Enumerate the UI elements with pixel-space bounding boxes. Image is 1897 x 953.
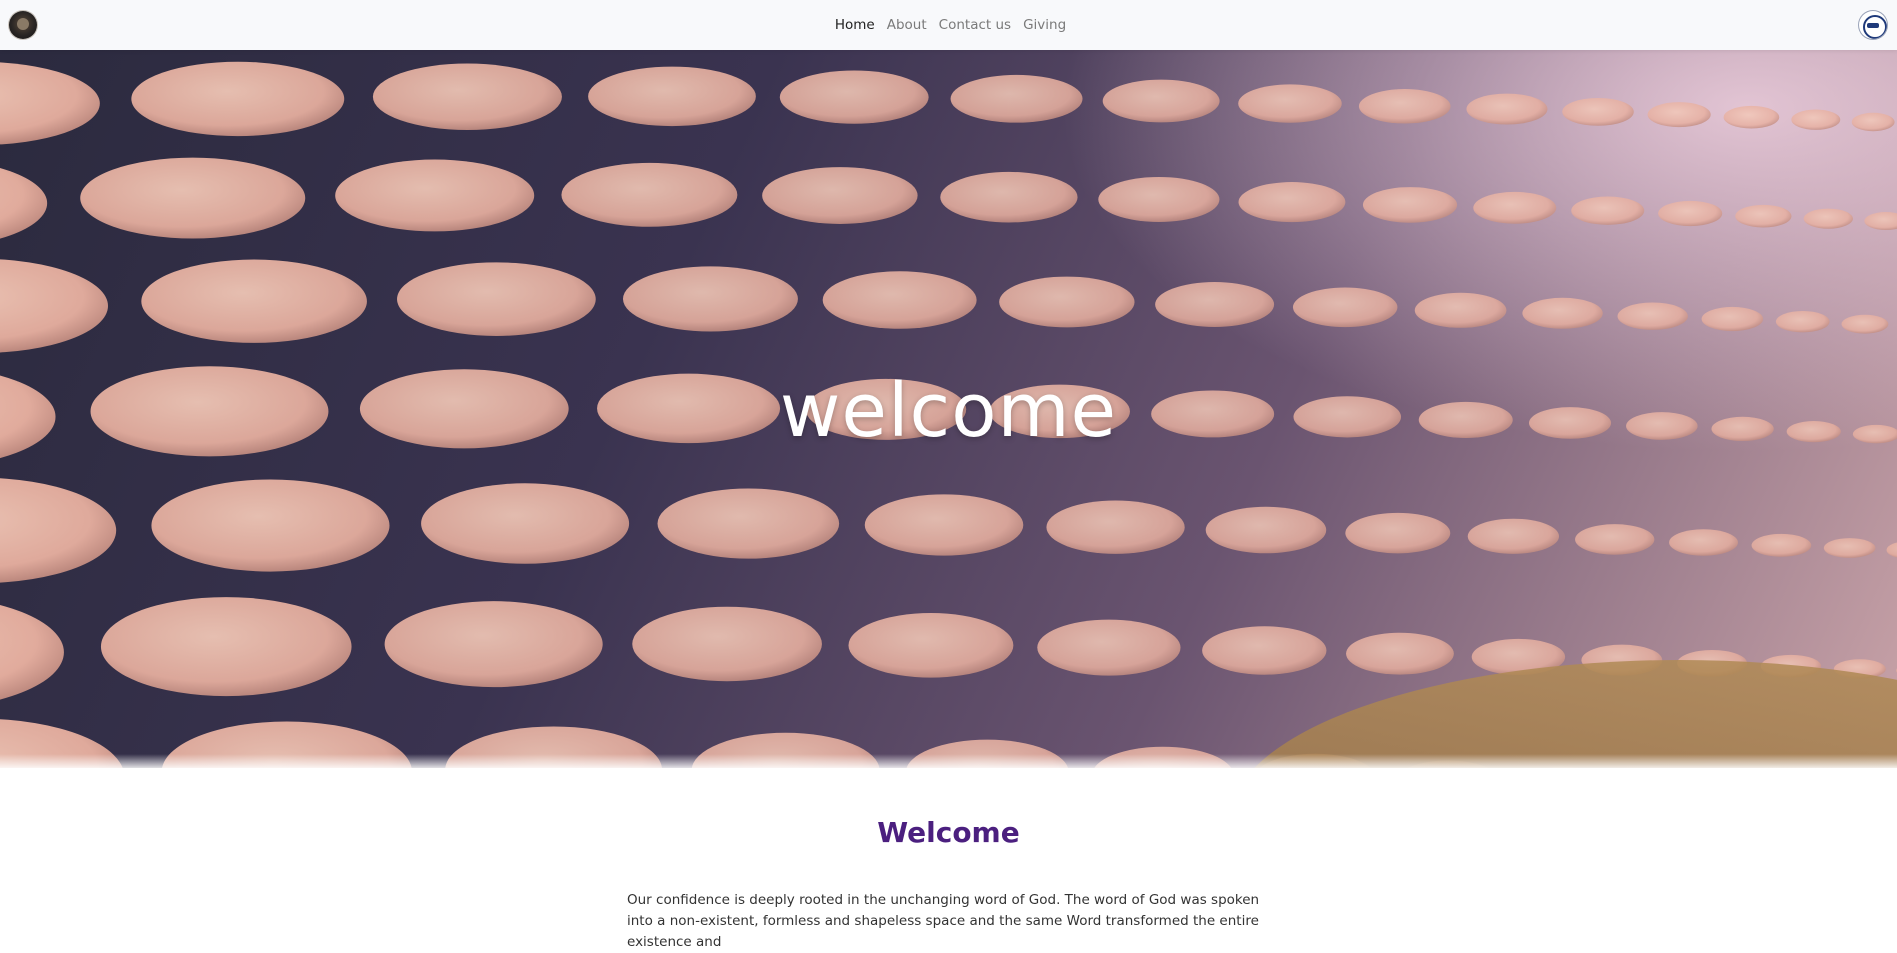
hero-disk xyxy=(1473,191,1557,224)
hero-disk xyxy=(1346,632,1454,675)
hero-disk xyxy=(779,70,929,124)
hero-disk xyxy=(1238,84,1342,123)
hero-disk xyxy=(588,66,756,127)
hero-disk xyxy=(397,262,596,336)
hero-disk xyxy=(0,62,100,145)
hero-disk xyxy=(561,162,738,227)
hero-disk xyxy=(100,597,352,697)
hero-disk xyxy=(1669,529,1738,556)
hero-disk xyxy=(372,63,562,131)
hero-disk xyxy=(1701,306,1764,332)
hero-disk xyxy=(1735,204,1792,228)
top-navbar: Home About Contact us Giving xyxy=(0,0,1897,50)
hero-disk xyxy=(1791,109,1841,130)
hero-disk xyxy=(1202,626,1327,675)
hero-disk xyxy=(80,157,306,239)
hero-disk xyxy=(1841,314,1889,334)
hero-disk xyxy=(940,171,1078,223)
hero-disk xyxy=(384,601,603,688)
hero-disk xyxy=(0,259,108,353)
hero-disk xyxy=(1292,287,1398,328)
hero-disk xyxy=(0,167,48,239)
hero-disk xyxy=(1803,208,1853,229)
hero-bottom-fade xyxy=(0,754,1897,768)
hero-disk xyxy=(999,276,1135,328)
hero-disk xyxy=(1864,212,1897,231)
hero-disk xyxy=(848,612,1014,678)
hero-disk xyxy=(1723,105,1780,129)
ministry-seal-icon[interactable] xyxy=(1859,11,1887,39)
hero-disk xyxy=(1155,282,1275,327)
hero-disk xyxy=(822,271,977,329)
hero-disk xyxy=(1562,97,1634,126)
hero-disk xyxy=(1617,302,1688,330)
hero-disk xyxy=(1851,112,1895,132)
hero-disk xyxy=(1522,297,1603,329)
hero-disk xyxy=(1238,182,1346,223)
hero-disk xyxy=(1751,533,1812,557)
hero-disk xyxy=(335,159,535,232)
main-nav: Home About Contact us Giving xyxy=(0,15,1897,35)
hero-disk xyxy=(950,74,1083,123)
hero-disk xyxy=(0,604,64,700)
hero-title: welcome xyxy=(779,368,1118,454)
hero-disk xyxy=(1205,506,1327,554)
nav-link-home[interactable]: Home xyxy=(835,15,875,35)
hero-disk xyxy=(762,167,918,224)
hero-disk xyxy=(622,266,798,332)
hero-disk xyxy=(864,494,1024,556)
section-heading: Welcome xyxy=(877,816,1020,849)
nav-link-about[interactable]: About xyxy=(887,15,927,35)
hero-disk xyxy=(1575,524,1655,555)
hero-disk xyxy=(1362,187,1458,223)
hero-disk xyxy=(1466,93,1548,125)
hero-disk xyxy=(1102,79,1220,123)
hero-disk xyxy=(632,606,822,682)
nav-link-contact[interactable]: Contact us xyxy=(939,15,1011,35)
hero-disk xyxy=(1098,176,1220,222)
hero-disk xyxy=(1571,196,1645,225)
hero-disk xyxy=(0,50,39,52)
hero-disk xyxy=(1046,500,1185,554)
hero-disk xyxy=(1037,619,1181,676)
hero-disk xyxy=(141,259,367,343)
hero-disk xyxy=(131,61,345,137)
section-body-text: Our confidence is deeply rooted in the u… xyxy=(627,892,1260,950)
hero-disk xyxy=(1467,518,1560,554)
hero-disk xyxy=(1886,542,1897,558)
hero-disk xyxy=(0,478,117,583)
hero-disk xyxy=(657,488,840,559)
hero-disk xyxy=(1414,292,1507,328)
hero-disk xyxy=(1345,512,1451,554)
hero-disk xyxy=(151,479,390,572)
hero-disk xyxy=(1647,102,1711,128)
hero-banner: welcome xyxy=(0,50,1897,768)
hero-disk xyxy=(1775,310,1830,333)
hero-disk xyxy=(1658,200,1723,227)
hero-disk xyxy=(1358,89,1451,124)
hero-disk xyxy=(1823,538,1876,558)
nav-link-giving[interactable]: Giving xyxy=(1023,15,1066,35)
hero-disk xyxy=(421,483,630,564)
